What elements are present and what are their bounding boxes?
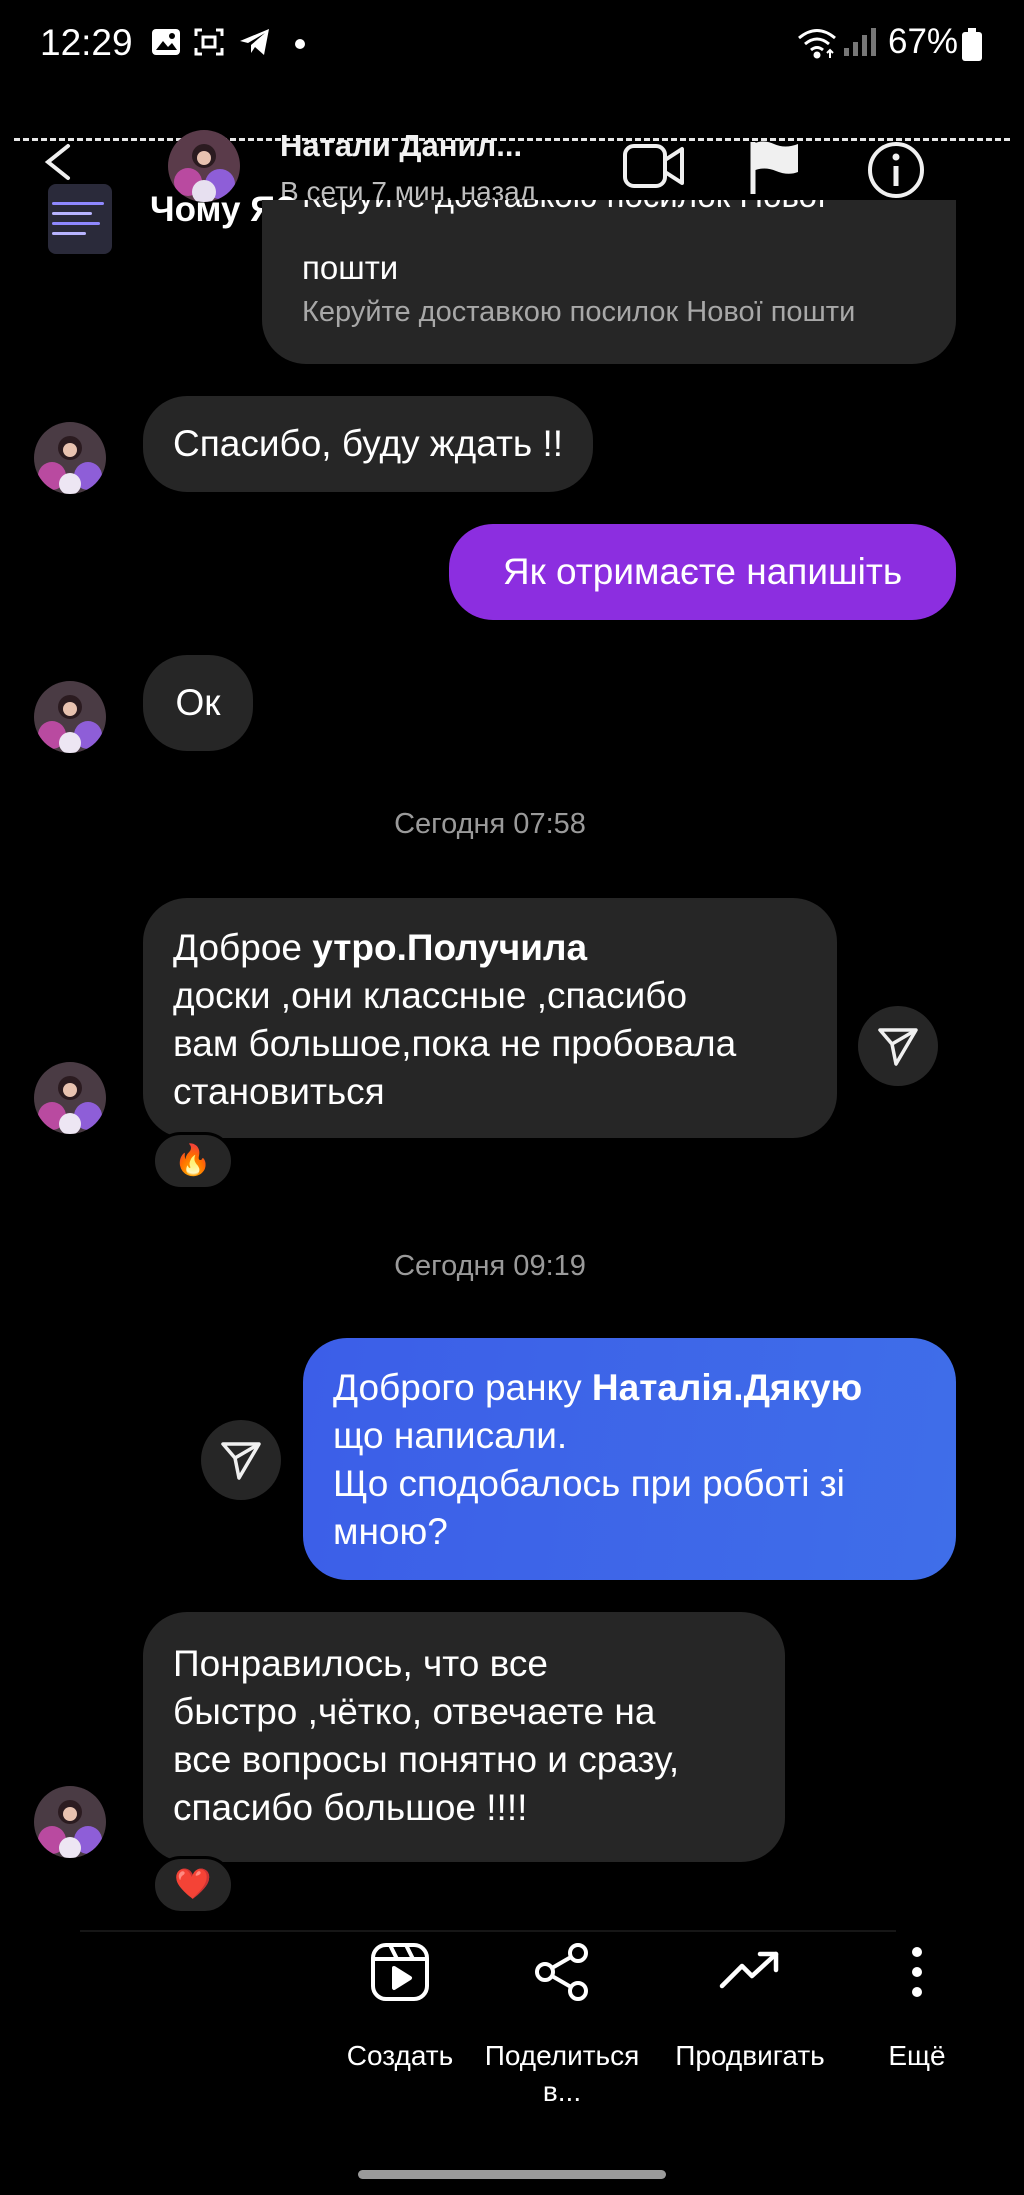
date-separator: Сегодня 09:19: [394, 1250, 586, 1282]
home-indicator[interactable]: [358, 2170, 666, 2179]
status-time: 12:29: [40, 22, 133, 63]
sender-avatar[interactable]: [34, 1062, 106, 1134]
reels-icon: [370, 1942, 430, 2007]
info-icon[interactable]: [866, 140, 926, 205]
message-text: Як отримаєте напишіть: [502, 551, 903, 592]
telegram-icon: [238, 26, 272, 63]
action-bar: Создать Поделиться в... Продвигать Ещё: [0, 1930, 1024, 2130]
screenshot-icon: [193, 26, 225, 63]
message-line: що написали.: [333, 1415, 568, 1456]
signal-icon: [842, 26, 878, 63]
message-line: спасибо большое !!!!: [173, 1787, 528, 1828]
share-to-button[interactable]: Поделиться в...: [467, 1930, 657, 2130]
trending-up-icon: [718, 1942, 782, 2007]
video-call-icon[interactable]: [622, 140, 686, 197]
wifi-icon: [796, 26, 838, 65]
sender-avatar[interactable]: [34, 422, 106, 494]
more-label: Ещё: [888, 2040, 946, 2071]
message-line: становиться: [173, 1071, 385, 1112]
message-line: Понравилось, что все: [173, 1643, 548, 1684]
message-incoming[interactable]: Доброе утро.Получила доски ,они классные…: [143, 898, 837, 1138]
link-preview-subtitle: Керуйте доставкою посилок Нової пошти: [302, 296, 856, 328]
link-preview-title-line2: пошти: [302, 249, 399, 286]
send-icon: [221, 1442, 261, 1480]
message-line: вам большое,пока не пробовала: [173, 1023, 737, 1064]
message-line: быстро ,чётко, отвечаете на: [173, 1691, 656, 1732]
message-line: Що сподобалось при роботі зі: [333, 1463, 845, 1504]
reaction-badge[interactable]: ❤️: [152, 1856, 234, 1914]
date-separator: Сегодня 07:58: [394, 808, 586, 840]
flag-icon[interactable]: [748, 138, 800, 201]
contact-name[interactable]: Натали Данил...: [280, 128, 522, 164]
share-message-button[interactable]: [858, 1006, 938, 1086]
dot-icon: [294, 37, 306, 55]
message-line: все вопросы понятно и сразу,: [173, 1739, 680, 1780]
reaction-badge[interactable]: 🔥: [152, 1132, 234, 1190]
back-icon[interactable]: [38, 140, 82, 189]
send-icon: [878, 1028, 918, 1066]
fire-emoji: 🔥: [174, 1144, 212, 1177]
status-bar: 12:29 67%: [0, 0, 1024, 90]
heart-emoji: ❤️: [174, 1868, 212, 1901]
message-incoming[interactable]: Понравилось, что все быстро ,чётко, отве…: [143, 1612, 785, 1862]
message-text: Спасибо, буду ждать !!: [173, 423, 564, 464]
message-incoming[interactable]: Спасибо, буду ждать !!: [143, 396, 594, 492]
message-line: мною?: [333, 1511, 448, 1552]
share-icon: [532, 1942, 592, 2007]
link-preview-bubble[interactable]: Керуйте доставкою посилок Нової пошти Ке…: [262, 200, 956, 364]
message-line: доски ,они классные ,спасибо: [173, 975, 688, 1016]
promote-label: Продвигать: [675, 2040, 825, 2071]
promote-button[interactable]: Продвигать: [655, 1930, 845, 2130]
message-line: Доброго ранку Наталія.Дякую: [333, 1367, 863, 1408]
battery-percent: 67%: [888, 22, 959, 61]
gallery-icon: [150, 26, 182, 63]
message-outgoing[interactable]: Доброго ранку Наталія.Дякую що написали.…: [303, 1338, 956, 1580]
message-text: Ок: [175, 682, 221, 723]
story-thumbnail[interactable]: [48, 184, 112, 254]
battery-icon: [961, 28, 983, 67]
message-incoming[interactable]: Ок: [143, 655, 253, 751]
sender-avatar[interactable]: [34, 1786, 106, 1858]
share-message-button[interactable]: [201, 1420, 281, 1500]
sender-avatar[interactable]: [34, 681, 106, 753]
more-vertical-icon: [907, 1942, 927, 2007]
link-preview-title-line1: Керуйте доставкою посилок Нової: [302, 200, 826, 218]
message-line: Доброе утро.Получила: [173, 927, 588, 968]
more-button[interactable]: Ещё: [822, 1930, 1012, 2130]
message-outgoing[interactable]: Як отримаєте напишіть: [449, 524, 956, 620]
share-label: Поделиться в...: [484, 2040, 640, 2107]
